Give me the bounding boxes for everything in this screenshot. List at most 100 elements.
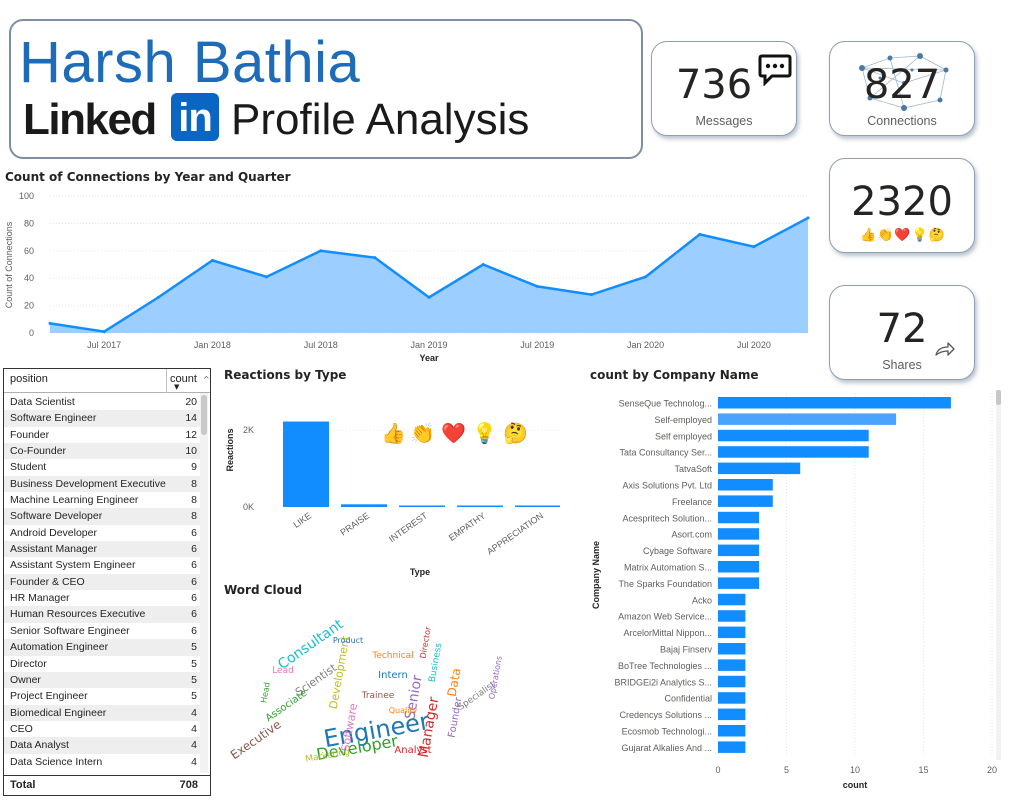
company-bar-chart[interactable]: 0 5 10 15 20 SenseQue Technolog... Self-employ… [585,385,1005,795]
profile-name: Harsh Bathia [19,30,361,95]
connections-card[interactable]: 827 Connections [829,41,975,136]
share-arrow-icon [935,342,955,356]
y-tick-label: 40 [24,273,34,283]
y-tick-label: Credencys Solutions ... [619,710,712,720]
y-tick-label: 100 [19,191,34,201]
table-row[interactable]: Assistant System Engineer 6 [4,557,201,573]
table-row[interactable]: HR Manager 6 [4,590,201,606]
table-row[interactable]: Biomedical Engineer 4 [4,704,201,721]
table-row[interactable]: Automation Engineer 5 [4,639,201,656]
positions-table[interactable]: position count ▼ ^ Data Scientist 20 Softw… [3,368,211,796]
y-tick-label: Self-employed [654,415,712,425]
x-tick-label: 10 [850,765,860,775]
position-column-header[interactable]: position [10,373,48,385]
position-cell: Project Engineer [10,690,88,703]
y-tick-label: Matrix Automation S... [624,563,712,573]
table-row[interactable]: Software Developer 8 [4,508,201,525]
count-cell: 6 [191,526,197,539]
data-point [319,249,323,253]
table-row[interactable]: Software Engineer 14 [4,410,201,427]
x-tick-label: Jul 2019 [520,340,554,350]
x-axis-title: count [843,780,868,790]
table-row[interactable]: Co-Founder 10 [4,443,201,460]
count-cell: 4 [191,722,197,735]
table-row[interactable]: Data Scientist 20 [4,394,201,410]
table-scrollbar[interactable] [200,393,208,773]
x-tick-label: 0 [715,765,720,775]
table-row[interactable]: Founder & CEO 6 [4,573,201,591]
table-row[interactable]: Business Development Executive 8 [4,475,201,493]
table-row[interactable]: Senior Software Engineer 6 [4,623,201,639]
position-cell: Assistant Manager [10,543,97,556]
bar [718,708,746,721]
bar [718,593,746,606]
table-row[interactable]: Data Analyst 4 [4,737,201,754]
count-cell: 5 [191,690,197,703]
table-row[interactable]: Owner 5 [4,671,201,689]
position-cell: Automation Engineer [10,641,109,654]
shares-card[interactable]: 72 Shares [829,285,975,380]
table-row[interactable]: CEO 4 [4,721,201,737]
y-tick-label: ArcelorMittal Nippon... [623,628,712,638]
scrollbar-thumb[interactable] [201,395,207,435]
reactions-bar-chart[interactable]: 0K 2K LIKE PRAISE INTEREST EMPATHYAPPRECIATIO… [220,385,560,580]
table-row[interactable]: Director 5 [4,656,201,672]
word-cloud[interactable]: EngineerManagerDeveloperSenior DataConsul… [228,603,553,773]
x-axis-title: Year [419,353,439,363]
word: Executive [228,717,284,762]
y-axis-title: Reactions [225,428,235,471]
position-cell: Android Developer [10,526,97,539]
bar [718,577,760,589]
connections-area-chart[interactable]: 0 20 40 60 80 100 Jul 2017 Jan 2018 Jul 2018 Jan … [0,185,820,365]
position-cell: Student [10,461,47,474]
table-row[interactable]: Android Developer 6 [4,525,201,541]
table-row[interactable]: Founder 12 [4,427,201,443]
table-row[interactable]: Assistant Manager 6 [4,541,201,558]
empathy-emoji-icon: ❤️ [441,421,466,445]
y-tick-label: 80 [24,218,34,228]
word: Intern [378,670,408,681]
y-tick-label: 20 [24,301,34,311]
data-point [156,295,160,299]
position-cell: Human Resources Executive [10,608,146,621]
x-tick-label: Jan 2019 [410,340,447,350]
y-tick-label: Gujarat Alkalies And ... [621,743,712,753]
bar [718,659,746,671]
x-tick-label: Jul 2020 [737,340,771,350]
count-cell: 6 [191,624,197,637]
count-cell: 6 [191,575,197,588]
dashboard-page: Harsh Bathia Linked in Profile Analysis … [0,0,1010,801]
praise-emoji-icon: 👏 [410,421,435,445]
reactions-chart-title: Reactions by Type [224,368,347,382]
table-row[interactable]: Machine Learning Engineer 8 [4,492,201,508]
word: Trainee [361,691,395,701]
y-tick-label: Freelance [672,497,712,507]
column-divider [166,369,167,393]
table-row[interactable]: Student 9 [4,459,201,475]
x-tick-label: APPRECIATION [485,510,545,556]
bar [718,741,746,753]
position-cell: CEO [10,722,33,735]
position-cell: Assistant System Engineer [10,559,136,572]
scroll-up-icon[interactable]: ^ [203,375,210,384]
table-row[interactable]: Project Engineer 5 [4,688,201,704]
bar [341,504,387,507]
sort-desc-icon[interactable]: ▼ [174,383,179,391]
word: Operations [487,655,504,700]
shares-label: Shares [882,358,922,372]
table-row[interactable]: Data Science Intern 4 [4,754,201,770]
data-point [644,275,648,279]
bar [718,397,951,409]
word: Business [428,642,445,683]
x-tick-label: 20 [987,765,997,775]
bar [283,421,329,507]
y-tick-label: Confidential [664,694,712,704]
chart-scrollbar-thumb [996,390,1001,405]
word: Data [445,667,464,698]
y-tick-label: 60 [24,246,34,256]
messages-card[interactable]: 736 Messages [651,41,797,136]
bar [718,495,773,507]
table-row[interactable]: Human Resources Executive 6 [4,606,201,623]
reactions-card[interactable]: 2320 👍👏❤️💡🤔 [829,158,975,253]
y-tick-label: Axis Solutions Pvt. Ltd [622,481,712,491]
